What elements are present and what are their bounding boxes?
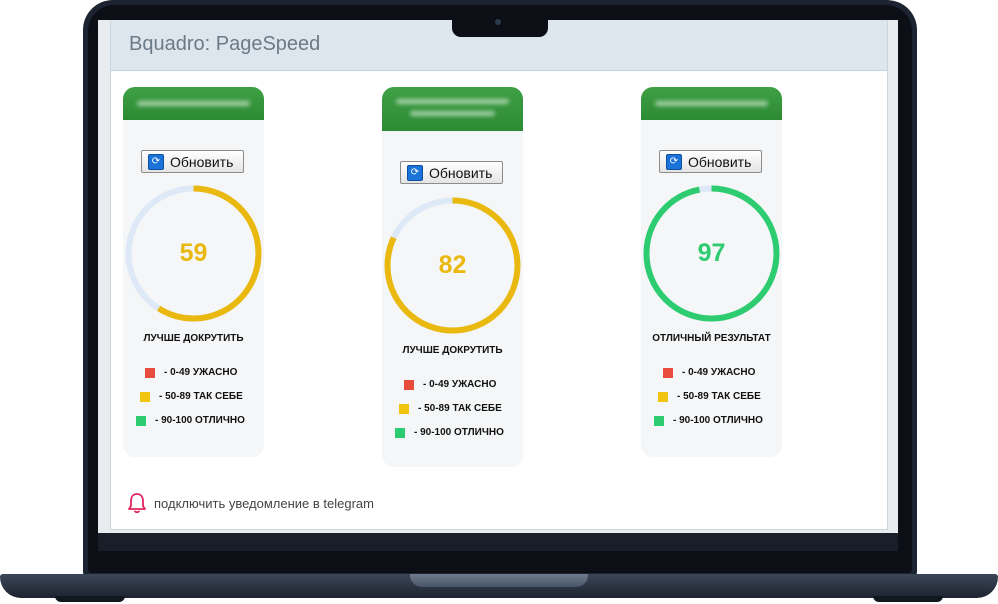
- refresh-icon: ⟳: [666, 153, 682, 170]
- refresh-icon: ⟳: [407, 164, 423, 181]
- legend-item-bad: - 0-49 УЖАСНО: [404, 379, 496, 390]
- legend-swatch: [136, 415, 146, 426]
- refresh-button[interactable]: ⟳ Обновить: [141, 150, 244, 173]
- refresh-icon: ⟳: [148, 153, 164, 170]
- refresh-label: Обновить: [429, 164, 493, 181]
- legend-swatch: [140, 391, 150, 402]
- legend-swatch: [145, 367, 155, 378]
- site-card: ⟳ Обновить 82 ЛУЧШЕ ДОКРУТИТЬ - 0-49 УЖА…: [382, 87, 523, 467]
- score-value: 59: [179, 239, 208, 267]
- score-value: 82: [438, 251, 467, 279]
- legend-item-good: - 90-100 ОТЛИЧНО: [136, 415, 245, 426]
- legend-swatch: [404, 379, 414, 390]
- legend-item-bad: - 0-49 УЖАСНО: [663, 367, 755, 378]
- site-name-header: [382, 87, 523, 131]
- page-title: Bquadro: PageSpeed: [129, 33, 321, 55]
- site-name-header: [123, 87, 264, 120]
- legend-swatch: [663, 367, 673, 378]
- telegram-notification-link[interactable]: подключить уведомление в telegram: [127, 492, 374, 514]
- site-name-header: [641, 87, 782, 120]
- laptop-foot: [55, 596, 125, 602]
- site-card: ⟳ Обновить 59 ЛУЧШЕ ДОКРУТИТЬ - 0-49 УЖА…: [123, 87, 264, 457]
- legend-swatch: [658, 391, 668, 402]
- legend-item-average: - 50-89 ТАК СЕБЕ: [140, 391, 243, 402]
- legend-item-bad: - 0-49 УЖАСНО: [145, 367, 237, 378]
- legend-item-good: - 90-100 ОТЛИЧНО: [654, 415, 763, 426]
- score-verdict: ЛУЧШЕ ДОКРУТИТЬ: [402, 345, 503, 356]
- score-verdict: ОТЛИЧНЫЙ РЕЗУЛЬТАТ: [652, 333, 771, 344]
- pagespeed-panel: Bquadro: PageSpeed ⟳ Обновить 59 ЛУЧШЕ Д…: [110, 20, 888, 530]
- legend-item-average: - 50-89 ТАК СЕБЕ: [399, 403, 502, 414]
- legend-item-good: - 90-100 ОТЛИЧНО: [395, 427, 504, 438]
- refresh-label: Обновить: [170, 153, 234, 170]
- score-value: 97: [697, 239, 726, 267]
- score-verdict: ЛУЧШЕ ДОКРУТИТЬ: [143, 333, 244, 344]
- legend-swatch: [654, 415, 664, 426]
- legend-swatch: [395, 427, 405, 438]
- refresh-button[interactable]: ⟳ Обновить: [659, 150, 762, 173]
- laptop-base-notch: [410, 574, 588, 587]
- screen: Bquadro: PageSpeed ⟳ Обновить 59 ЛУЧШЕ Д…: [98, 20, 898, 533]
- laptop-chin: [98, 533, 898, 551]
- legend-swatch: [399, 403, 409, 414]
- camera-icon: [495, 19, 501, 25]
- laptop-foot: [873, 596, 943, 602]
- legend-item-average: - 50-89 ТАК СЕБЕ: [658, 391, 761, 402]
- bell-icon: [128, 493, 146, 514]
- refresh-button[interactable]: ⟳ Обновить: [400, 161, 503, 184]
- site-card: ⟳ Обновить 97 ОТЛИЧНЫЙ РЕЗУЛЬТАТ - 0-49 …: [641, 87, 782, 457]
- refresh-label: Обновить: [688, 153, 752, 170]
- notification-label: подключить уведомление в telegram: [154, 495, 374, 511]
